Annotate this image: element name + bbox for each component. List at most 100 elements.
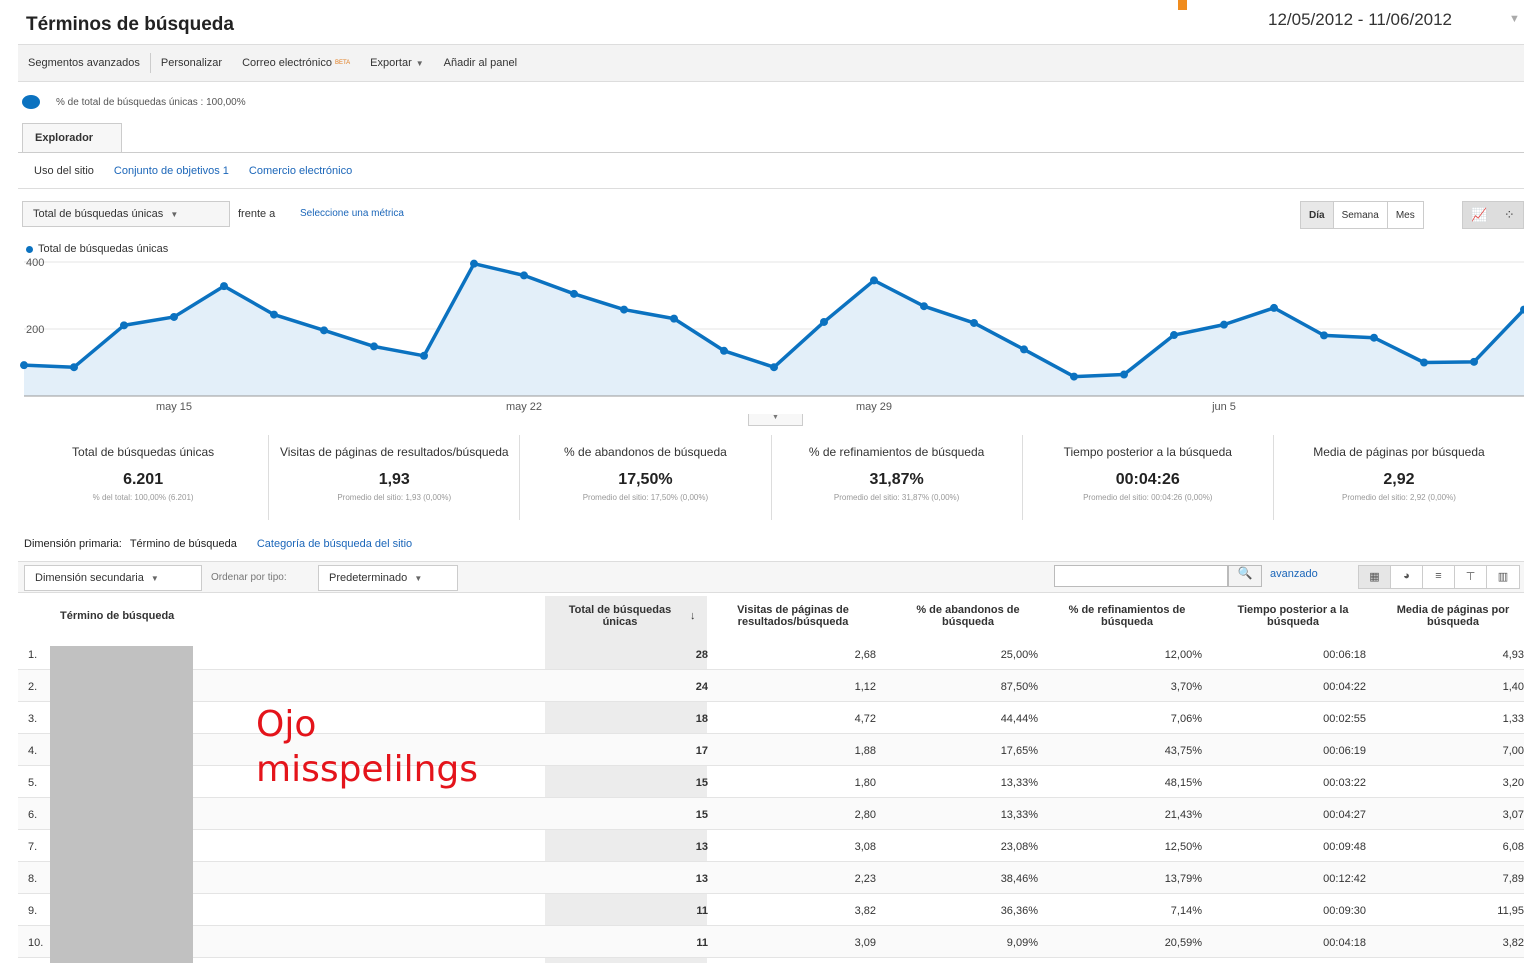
cell-visits: 3,09	[854, 937, 876, 949]
data-point[interactable]	[1070, 372, 1078, 381]
metric-average: Promedio del sitio: 00:04:26 (0,00%)	[1083, 493, 1213, 502]
row-index: 7.	[28, 841, 38, 853]
metric-card[interactable]: % de abandonos de búsqueda 17,50% Promed…	[520, 435, 772, 520]
data-point[interactable]	[1420, 358, 1428, 367]
data-point[interactable]	[670, 314, 678, 323]
data-point[interactable]	[120, 321, 128, 330]
date-range-picker[interactable]: 12/05/2012 - 11/06/2012	[1268, 10, 1452, 30]
customize-button[interactable]: Personalizar	[151, 57, 232, 69]
metric-label: Total de búsquedas únicas	[72, 445, 215, 459]
data-point[interactable]	[1220, 320, 1228, 329]
col-header-term[interactable]: Término de búsqueda	[60, 610, 174, 622]
metric-card[interactable]: Tiempo posterior a la búsqueda 00:04:26 …	[1023, 435, 1274, 520]
data-point[interactable]	[1170, 331, 1178, 340]
export-button[interactable]: Exportar ▼	[360, 57, 434, 69]
bar-view-icon[interactable]: ≡	[1423, 566, 1455, 588]
annotation-line: misspelilngs	[256, 749, 479, 790]
cell-visits: 1,12	[854, 681, 876, 693]
col-header-total[interactable]: Total de búsquedas únicas	[554, 604, 686, 628]
email-button[interactable]: Correo electrónico BETA	[232, 57, 360, 69]
data-point[interactable]	[620, 305, 628, 314]
data-point[interactable]	[570, 289, 578, 298]
data-point[interactable]	[970, 318, 978, 327]
caret-down-icon: ▼	[170, 210, 179, 219]
data-point[interactable]	[1320, 331, 1328, 340]
data-point[interactable]	[720, 346, 728, 355]
add-to-dashboard-button[interactable]: Añadir al panel	[434, 57, 527, 69]
metric-card[interactable]: Visitas de páginas de resultados/búsqued…	[269, 435, 521, 520]
data-point[interactable]	[270, 310, 278, 319]
col-header-pages[interactable]: Media de páginas por búsqueda	[1382, 604, 1524, 628]
data-point[interactable]	[420, 351, 428, 360]
data-point[interactable]	[70, 363, 78, 372]
metric-card[interactable]: % de refinamientos de búsqueda 31,87% Pr…	[772, 435, 1023, 520]
table-row[interactable]: 10. 11 3,09 9,09% 20,59% 00:04:18 3,82	[18, 926, 1524, 958]
col-header-refine[interactable]: % de refinamientos de búsqueda	[1052, 604, 1202, 628]
data-point[interactable]	[1270, 303, 1278, 312]
data-point[interactable]	[220, 282, 228, 291]
metric-card[interactable]: Media de páginas por búsqueda 2,92 Prome…	[1274, 435, 1524, 520]
primary-dimension-alt-link[interactable]: Categoría de búsqueda del sitio	[257, 538, 412, 550]
pie-view-icon[interactable]: ◕	[1391, 566, 1423, 588]
data-point[interactable]	[820, 317, 828, 326]
data-point[interactable]	[1370, 333, 1378, 342]
table-row[interactable]: 6. 15 2,80 13,33% 21,43% 00:04:27 3,07	[18, 798, 1524, 830]
col-header-visits[interactable]: Visitas de páginas de resultados/búsqued…	[718, 604, 868, 628]
cell-time: 00:04:22	[1323, 681, 1366, 693]
compare-view-icon[interactable]: ⊤	[1455, 566, 1487, 588]
data-point[interactable]	[520, 271, 528, 280]
cell-total: 11	[696, 937, 708, 949]
cell-refin: 20,59%	[1164, 937, 1202, 949]
table-row[interactable]: 7. 13 3,08 23,08% 12,50% 00:09:48 6,08	[18, 830, 1524, 862]
table-row[interactable]: 2. 24 1,12 87,50% 3,70% 00:04:22 1,40	[18, 670, 1524, 702]
line-chart-icon[interactable]: 📈	[1471, 207, 1487, 223]
secondary-dimension-select[interactable]: Dimensión secundaria ▼	[24, 565, 202, 591]
chevron-down-icon[interactable]: ▼	[1509, 13, 1520, 25]
table-row[interactable]: 3. 18 4,72 44,44% 7,06% 00:02:55 1,33	[18, 702, 1524, 734]
data-point[interactable]	[20, 361, 28, 370]
period-month-button[interactable]: Mes	[1388, 202, 1423, 228]
table-row[interactable]: 1. 28 2,68 25,00% 12,00% 00:06:18 4,93	[18, 638, 1524, 670]
redacted-terms	[50, 646, 193, 963]
table-row[interactable]: 9. 11 3,82 36,36% 7,14% 00:09:30 11,95	[18, 894, 1524, 926]
data-point[interactable]	[470, 259, 478, 268]
table-view-icon[interactable]: ▦	[1359, 566, 1391, 588]
table-row[interactable]: 8. 13 2,23 38,46% 13,79% 00:12:42 7,89	[18, 862, 1524, 894]
table-row[interactable]: 5. 15 1,80 13,33% 48,15% 00:03:22 3,20	[18, 766, 1524, 798]
data-point[interactable]	[170, 312, 178, 321]
col-header-abandon[interactable]: % de abandonos de búsqueda	[898, 604, 1038, 628]
data-point[interactable]	[370, 342, 378, 351]
select-metric-link[interactable]: Seleccione una métrica	[300, 208, 404, 219]
cell-refin: 12,00%	[1164, 649, 1202, 661]
table-search-input[interactable]	[1054, 565, 1228, 587]
sort-type-select[interactable]: Predeterminado ▼	[318, 565, 458, 591]
primary-dimension-active[interactable]: Término de búsqueda	[130, 538, 237, 550]
cell-time: 00:09:48	[1323, 841, 1366, 853]
data-point[interactable]	[920, 302, 928, 311]
data-point[interactable]	[770, 363, 778, 372]
metric-card[interactable]: Total de búsquedas únicas 6.201 % del to…	[18, 435, 270, 520]
data-point[interactable]	[870, 276, 878, 285]
data-point[interactable]	[1470, 357, 1478, 366]
pivot-view-icon[interactable]: ▥	[1487, 566, 1519, 588]
chart-collapse-handle[interactable]: ▼	[748, 414, 803, 426]
advanced-filter-link[interactable]: avanzado	[1270, 568, 1318, 580]
table-row[interactable]: 4. 17 1,88 17,65% 43,75% 00:06:19 7,00	[18, 734, 1524, 766]
advanced-segments-button[interactable]: Segmentos avanzados	[18, 57, 150, 69]
motion-chart-icon[interactable]: ⁘	[1504, 207, 1515, 223]
subtab-goal-set[interactable]: Conjunto de objetivos 1	[114, 165, 229, 177]
subtab-ecommerce[interactable]: Comercio electrónico	[249, 165, 352, 177]
data-point[interactable]	[1120, 370, 1128, 379]
period-day-button[interactable]: Día	[1301, 202, 1334, 228]
period-week-button[interactable]: Semana	[1334, 202, 1388, 228]
tab-explorer[interactable]: Explorador	[22, 123, 122, 153]
data-point[interactable]	[320, 326, 328, 335]
metric-select[interactable]: Total de búsquedas únicas ▼	[22, 201, 230, 227]
cell-visits: 3,08	[854, 841, 876, 853]
cell-refin: 3,70%	[1170, 681, 1202, 693]
search-icon[interactable]: 🔍	[1228, 565, 1262, 587]
cell-aband: 9,09%	[1006, 937, 1038, 949]
subtab-site-usage[interactable]: Uso del sitio	[34, 165, 94, 177]
col-header-time[interactable]: Tiempo posterior a la búsqueda	[1218, 604, 1368, 628]
data-point[interactable]	[1020, 345, 1028, 354]
